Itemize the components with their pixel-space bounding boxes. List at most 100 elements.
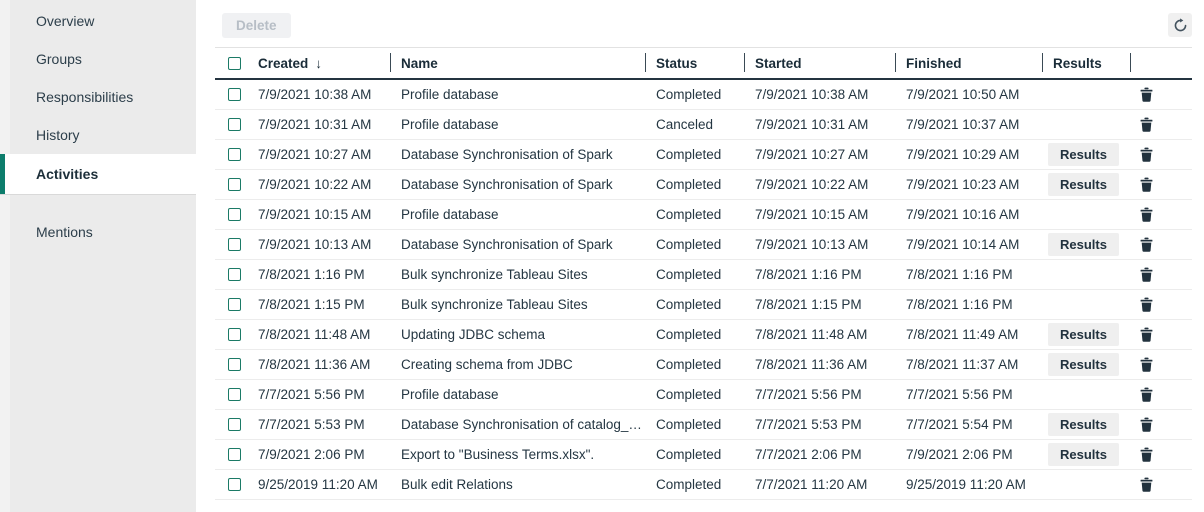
results-button[interactable]: Results bbox=[1048, 353, 1119, 376]
row-checkbox[interactable] bbox=[228, 448, 241, 461]
row-checkbox[interactable] bbox=[228, 238, 241, 251]
trash-icon bbox=[1140, 417, 1153, 432]
table-row: 7/9/2021 10:13 AMDatabase Synchronisatio… bbox=[215, 230, 1192, 260]
delete-row-button[interactable] bbox=[1136, 475, 1157, 494]
created-cell: 7/7/2021 5:56 PM bbox=[250, 387, 390, 402]
delete-row-button[interactable] bbox=[1136, 235, 1157, 254]
table-row: 7/8/2021 1:16 PMBulk synchronize Tableau… bbox=[215, 260, 1192, 290]
row-checkbox[interactable] bbox=[228, 118, 241, 131]
results-button[interactable]: Results bbox=[1048, 143, 1119, 166]
row-actions-cell bbox=[1130, 325, 1192, 344]
name-cell: Updating JDBC schema bbox=[390, 327, 645, 342]
name-cell: Profile database bbox=[390, 87, 645, 102]
started-cell: 7/9/2021 10:27 AM bbox=[744, 147, 895, 162]
finished-cell: 7/9/2021 10:14 AM bbox=[895, 237, 1042, 252]
started-cell: 7/8/2021 1:16 PM bbox=[744, 267, 895, 282]
row-actions-cell bbox=[1130, 235, 1192, 254]
row-actions-cell bbox=[1130, 205, 1192, 224]
results-button[interactable]: Results bbox=[1048, 173, 1119, 196]
status-cell: Completed bbox=[645, 177, 744, 192]
delete-row-button[interactable] bbox=[1136, 325, 1157, 344]
row-checkbox[interactable] bbox=[228, 208, 241, 221]
delete-row-button[interactable] bbox=[1136, 445, 1157, 464]
results-button[interactable]: Results bbox=[1048, 233, 1119, 256]
row-checkbox[interactable] bbox=[228, 178, 241, 191]
results-button[interactable]: Results bbox=[1048, 443, 1119, 466]
refresh-icon bbox=[1173, 18, 1188, 33]
created-cell: 7/9/2021 10:27 AM bbox=[250, 147, 390, 162]
results-button[interactable]: Results bbox=[1048, 323, 1119, 346]
status-cell: Canceled bbox=[645, 117, 744, 132]
results-cell: Results bbox=[1042, 233, 1130, 256]
sidebar-item-label: Mentions bbox=[36, 224, 93, 240]
column-header-name[interactable]: Name bbox=[390, 48, 645, 78]
status-cell: Completed bbox=[645, 207, 744, 222]
finished-cell: 7/8/2021 11:49 AM bbox=[895, 327, 1042, 342]
trash-icon bbox=[1140, 327, 1153, 342]
name-cell: Bulk synchronize Tableau Sites bbox=[390, 297, 645, 312]
row-checkbox[interactable] bbox=[228, 388, 241, 401]
table-row: 7/7/2021 5:53 PMDatabase Synchronisation… bbox=[215, 410, 1192, 440]
delete-row-button[interactable] bbox=[1136, 85, 1157, 104]
trash-icon bbox=[1140, 207, 1153, 222]
main-content: Delete Created ↓ Name Status Started Fin… bbox=[196, 0, 1204, 512]
row-actions-cell bbox=[1130, 145, 1192, 164]
refresh-button[interactable] bbox=[1168, 13, 1192, 37]
row-checkbox[interactable] bbox=[228, 298, 241, 311]
column-header-started[interactable]: Started bbox=[744, 48, 895, 78]
delete-row-button[interactable] bbox=[1136, 385, 1157, 404]
delete-button[interactable]: Delete bbox=[222, 13, 291, 38]
delete-row-button[interactable] bbox=[1136, 175, 1157, 194]
delete-row-button[interactable] bbox=[1136, 355, 1157, 374]
sidebar-item-history[interactable]: History bbox=[0, 116, 196, 154]
sidebar-item-mentions[interactable]: Mentions bbox=[0, 213, 196, 251]
column-header-results[interactable]: Results bbox=[1042, 48, 1130, 78]
status-cell: Completed bbox=[645, 87, 744, 102]
delete-row-button[interactable] bbox=[1136, 115, 1157, 134]
sidebar-item-label: History bbox=[36, 127, 80, 143]
delete-row-button[interactable] bbox=[1136, 295, 1157, 314]
row-checkbox-cell bbox=[215, 268, 250, 281]
row-checkbox[interactable] bbox=[228, 88, 241, 101]
sidebar-item-activities[interactable]: Activities bbox=[0, 154, 196, 194]
column-header-finished[interactable]: Finished bbox=[895, 48, 1042, 78]
sidebar-item-groups[interactable]: Groups bbox=[0, 40, 196, 78]
column-header-status[interactable]: Status bbox=[645, 48, 744, 78]
name-cell: Export to "Business Terms.xlsx". bbox=[390, 447, 645, 462]
trash-icon bbox=[1140, 147, 1153, 162]
select-all-cell bbox=[215, 48, 250, 78]
row-checkbox[interactable] bbox=[228, 418, 241, 431]
row-actions-cell bbox=[1130, 265, 1192, 284]
delete-row-button[interactable] bbox=[1136, 205, 1157, 224]
trash-icon bbox=[1140, 177, 1153, 192]
name-cell: Database Synchronisation of Spark bbox=[390, 147, 645, 162]
table-row: 7/9/2021 10:38 AMProfile databaseComplet… bbox=[215, 80, 1192, 110]
sidebar-item-responsibilities[interactable]: Responsibilities bbox=[0, 78, 196, 116]
started-cell: 7/7/2021 5:56 PM bbox=[744, 387, 895, 402]
started-cell: 7/9/2021 10:13 AM bbox=[744, 237, 895, 252]
started-cell: 7/7/2021 2:06 PM bbox=[744, 447, 895, 462]
row-checkbox-cell bbox=[215, 478, 250, 491]
created-cell: 7/8/2021 1:15 PM bbox=[250, 297, 390, 312]
trash-icon bbox=[1140, 87, 1153, 102]
created-cell: 7/7/2021 5:53 PM bbox=[250, 417, 390, 432]
delete-row-button[interactable] bbox=[1136, 145, 1157, 164]
delete-row-button[interactable] bbox=[1136, 415, 1157, 434]
column-header-created[interactable]: Created ↓ bbox=[250, 48, 390, 78]
sidebar-item-overview[interactable]: Overview bbox=[0, 2, 196, 40]
row-checkbox[interactable] bbox=[228, 268, 241, 281]
row-checkbox[interactable] bbox=[228, 148, 241, 161]
row-checkbox-cell bbox=[215, 118, 250, 131]
delete-row-button[interactable] bbox=[1136, 265, 1157, 284]
row-actions-cell bbox=[1130, 355, 1192, 374]
trash-icon bbox=[1140, 267, 1153, 282]
select-all-checkbox[interactable] bbox=[228, 57, 241, 70]
row-checkbox[interactable] bbox=[228, 478, 241, 491]
trash-icon bbox=[1140, 357, 1153, 372]
trash-icon bbox=[1140, 477, 1153, 492]
finished-cell: 7/9/2021 10:16 AM bbox=[895, 207, 1042, 222]
finished-cell: 9/25/2019 11:20 AM bbox=[895, 477, 1042, 492]
row-checkbox[interactable] bbox=[228, 358, 241, 371]
results-button[interactable]: Results bbox=[1048, 413, 1119, 436]
row-checkbox[interactable] bbox=[228, 328, 241, 341]
